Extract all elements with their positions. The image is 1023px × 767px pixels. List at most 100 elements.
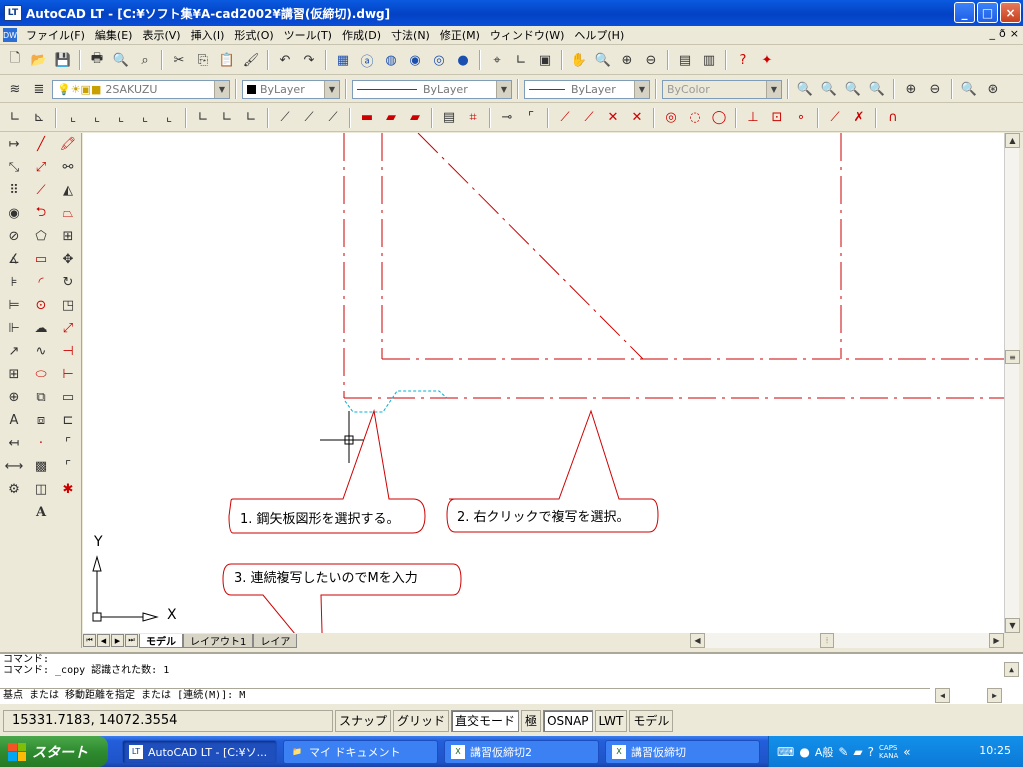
dim-style-icon[interactable]: ⚙ — [2, 478, 26, 501]
dim-diameter-icon[interactable]: ⊘ — [2, 225, 26, 248]
ucs-view-icon[interactable]: ⌞ — [134, 107, 156, 129]
linetype-dropdown[interactable]: ByLayer ▼ — [352, 79, 512, 99]
osnap-toggle[interactable]: OSNAP — [543, 709, 593, 732]
command-input[interactable]: 基点 または 移動距離を指定 または [連続(M)]: M — [0, 688, 930, 702]
explode-icon[interactable]: ✱ — [56, 478, 80, 501]
zoom-window-icon[interactable]: ⊕ — [616, 49, 638, 71]
web-icon[interactable]: ◍ — [380, 49, 402, 71]
stretch-icon[interactable]: ⤢ — [56, 317, 80, 340]
snap-intersection-icon[interactable]: ✕ — [602, 107, 624, 129]
rotate-icon[interactable]: ↻ — [56, 271, 80, 294]
snap-from-icon[interactable]: ⌜ — [520, 107, 542, 129]
zoom-window-icon[interactable]: 🔍 — [794, 78, 816, 100]
chevron-down-icon[interactable]: ▼ — [634, 80, 649, 98]
tab-layout1[interactable]: レイアウト1 — [183, 633, 254, 648]
osnap-settings-icon[interactable]: ∩ — [882, 107, 904, 129]
move-icon[interactable]: ✥ — [56, 248, 80, 271]
dim-aligned-icon[interactable]: ▰ — [380, 107, 402, 129]
spline-curve-icon[interactable]: ∿ — [29, 340, 53, 363]
ucs-object-icon[interactable]: ⌞ — [86, 107, 108, 129]
cmd-scroll-up-icon[interactable]: ▲ — [1004, 662, 1019, 677]
snap-endpoint-icon[interactable]: ⟋ — [554, 107, 576, 129]
ucs-z-icon[interactable]: ∟ — [216, 107, 238, 129]
dim-text-edit-icon[interactable]: ↤ — [2, 432, 26, 455]
chevron-down-icon[interactable]: ▼ — [766, 80, 781, 98]
browse-web-icon[interactable]: ◎ — [428, 49, 450, 71]
ortho-toggle[interactable]: 直交モード — [451, 709, 520, 732]
doc-close-button[interactable]: × — [1010, 27, 1019, 40]
snap-node-icon[interactable]: ∘ — [790, 107, 812, 129]
autocad-app-icon[interactable]: LT — [4, 5, 22, 21]
scroll-right-arrow-icon[interactable]: ▶ — [989, 633, 1004, 648]
menu-file[interactable]: ファイル(F) — [21, 27, 90, 43]
tolerance-icon[interactable]: ⊞ — [2, 363, 26, 386]
hyperlink-icon[interactable]: ◉ — [404, 49, 426, 71]
snap-midpoint-icon[interactable]: ⟋ — [578, 107, 600, 129]
snap-perpendicular-icon[interactable]: ⊥ — [742, 107, 764, 129]
quick-leader-icon[interactable]: ↗ — [2, 340, 26, 363]
doc-minimize-button[interactable]: _ — [990, 27, 996, 40]
cmd-scroll-left-icon[interactable]: ◀ — [935, 688, 950, 703]
pan-realtime-icon[interactable]: ✋ — [568, 49, 590, 71]
snap-toggle[interactable]: スナップ — [335, 709, 392, 732]
minimize-button[interactable]: _ — [954, 2, 975, 23]
undo-icon[interactable]: ↶ — [274, 49, 296, 71]
print-preview-icon[interactable]: 🔍 — [110, 49, 132, 71]
start-button[interactable]: スタート — [0, 736, 108, 767]
close-button[interactable]: × — [1000, 2, 1021, 23]
trim-icon[interactable]: ⊣ — [56, 340, 80, 363]
print-icon[interactable]: 🖶 — [86, 49, 108, 71]
ime-pad-icon[interactable]: ● — [799, 745, 809, 759]
dim-aligned-icon[interactable]: ⤡ — [2, 156, 26, 179]
task-my-documents[interactable]: 📁 マイ ドキュメント — [283, 739, 438, 764]
help-icon[interactable]: ? — [732, 49, 754, 71]
snap-insert-icon[interactable]: ⊡ — [766, 107, 788, 129]
layer-dropdown[interactable]: 💡☀▣■ 2SAKUZU ▼ — [52, 79, 230, 99]
chamfer-icon[interactable]: ⌜ — [56, 432, 80, 455]
dim-style-icon[interactable]: ▰ — [404, 107, 426, 129]
ucs-world-icon[interactable]: ⌞ — [62, 107, 84, 129]
dim-ordinate-icon[interactable]: ⠿ — [2, 179, 26, 202]
tab-model[interactable]: モデル — [139, 633, 183, 648]
dim-continue-icon[interactable]: ⊩ — [2, 317, 26, 340]
spline-icon[interactable]: ⮌ — [29, 202, 53, 225]
zoom-scale-icon[interactable]: 🔍 — [842, 78, 864, 100]
lwt-toggle[interactable]: LWT — [594, 709, 628, 732]
snap-tangent-icon[interactable]: ◯ — [708, 107, 730, 129]
scale-icon[interactable]: ◳ — [56, 294, 80, 317]
ucs-face-icon[interactable]: ⌞ — [110, 107, 132, 129]
zoom-dynamic-icon[interactable]: 🔍 — [818, 78, 840, 100]
named-views-icon[interactable]: ▣ — [534, 49, 556, 71]
paste-icon[interactable]: 📋 — [216, 49, 238, 71]
quick-dim-icon[interactable]: ⊧ — [2, 271, 26, 294]
save-icon[interactable]: 💾 — [52, 49, 74, 71]
dim-edit-icon[interactable]: A — [2, 409, 26, 432]
arc-icon[interactable]: ◜ — [29, 271, 53, 294]
circle-icon[interactable]: ⊙ — [29, 294, 53, 317]
ucs-rotate-x-icon[interactable]: ⟋ — [274, 107, 296, 129]
hatch-icon[interactable]: ▩ — [29, 455, 53, 478]
redo-icon[interactable]: ↷ — [298, 49, 320, 71]
break-at-point-icon[interactable]: ⊏ — [56, 409, 80, 432]
task-excel-1[interactable]: X 講習仮締切 — [605, 739, 760, 764]
array-icon[interactable]: ⊞ — [56, 225, 80, 248]
break-icon[interactable]: ▭ — [56, 386, 80, 409]
snap-nearest-icon[interactable]: ⟋ — [824, 107, 846, 129]
dim-angular-icon[interactable]: ∡ — [2, 248, 26, 271]
offset-icon[interactable]: ⏢ — [56, 202, 80, 225]
drawing-canvas[interactable]: 1. 鋼矢板図形を選択する。 2. 右クリックで複写を選択。 3. 連続複写した… — [83, 133, 1004, 633]
zoom-center-icon[interactable]: 🔍 — [866, 78, 888, 100]
scroll-down-arrow-icon[interactable]: ▼ — [1005, 618, 1020, 633]
dim-linear-icon[interactable]: ▬ — [356, 107, 378, 129]
autodesk-point-a-icon[interactable]: ⓐ — [356, 49, 378, 71]
task-excel-2[interactable]: X 講習仮締切2 — [444, 739, 599, 764]
rectangle-icon[interactable]: ▭ — [29, 248, 53, 271]
new-file-icon[interactable]: 🗋 — [4, 49, 26, 71]
dim-linear-icon[interactable]: ↦ — [2, 133, 26, 156]
ucs-3point-icon[interactable]: ∟ — [240, 107, 262, 129]
ucs-origin-icon[interactable]: ⌞ — [158, 107, 180, 129]
make-block-icon[interactable]: ⧈ — [29, 409, 53, 432]
vertical-scrollbar[interactable]: ▲ ≡ ▼ — [1004, 133, 1020, 633]
hscroll-thumb[interactable]: ⦙ — [820, 633, 834, 648]
globe-icon[interactable]: ● — [452, 49, 474, 71]
